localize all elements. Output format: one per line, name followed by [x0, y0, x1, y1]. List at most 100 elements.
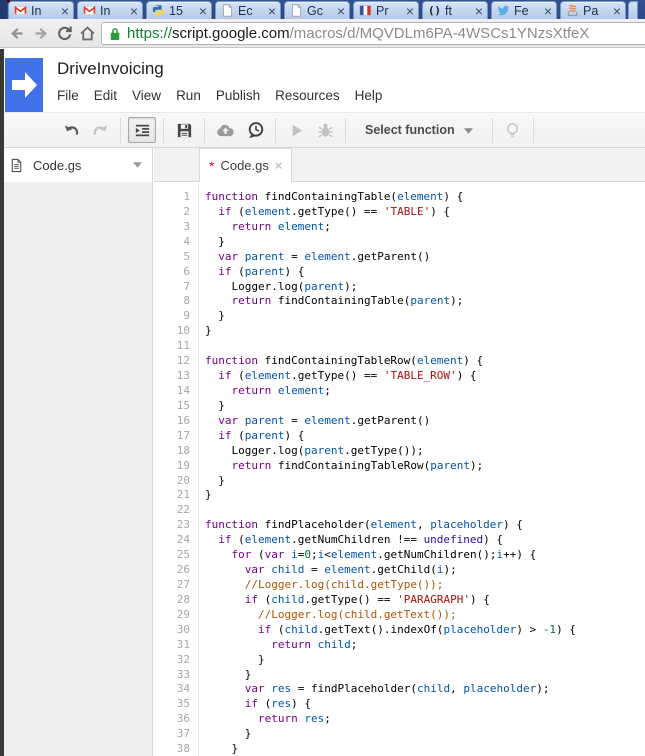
browser-tab[interactable]: Fe × [491, 1, 557, 19]
back-button[interactable] [5, 23, 27, 44]
code-line[interactable]: 33 } [154, 668, 645, 683]
line-number: 17 [176, 428, 190, 442]
tab-close-icon[interactable]: × [199, 4, 207, 18]
browser-tab-partial[interactable] [628, 1, 638, 19]
tab-close-icon[interactable]: × [406, 4, 414, 18]
browser-tab[interactable]: Pr × [353, 1, 419, 19]
menu-view[interactable]: View [132, 88, 161, 103]
code-line[interactable]: 38 } [154, 742, 645, 756]
code-line[interactable]: 31 return child; [154, 638, 645, 653]
code-line[interactable]: 21} [154, 488, 645, 503]
lightbulb-icon [503, 121, 522, 140]
browser-tab[interactable]: () ft × [422, 1, 488, 19]
undo-button[interactable] [58, 117, 84, 143]
browser-tab[interactable]: 15 × [146, 1, 212, 19]
menu-file[interactable]: File [57, 88, 79, 103]
tab-close-icon[interactable]: × [613, 4, 621, 18]
code-line[interactable]: 16 var parent = element.getParent() [154, 414, 645, 429]
code-line[interactable]: 11 [154, 339, 645, 354]
tab-close-icon[interactable]: × [268, 4, 276, 18]
indent-button[interactable] [128, 117, 156, 143]
tab-close-icon[interactable]: × [130, 4, 138, 18]
code-text: if (element.getType() == 'TABLE') { [218, 204, 451, 218]
code-text: } [205, 309, 225, 323]
home-button[interactable] [76, 23, 98, 44]
browser-tab[interactable]: In × [77, 1, 143, 19]
line-number: 15 [176, 398, 190, 412]
forward-button[interactable] [30, 23, 52, 44]
code-line[interactable]: 25 for (var i=0;i<element.getNumChildren… [154, 548, 645, 563]
code-line[interactable]: 30 if (child.getText().indexOf(placehold… [154, 623, 645, 638]
code-line[interactable]: 5 var parent = element.getParent() [154, 250, 645, 265]
code-text: if (child.getType() == 'PARAGRAPH') { [244, 592, 490, 606]
code-area[interactable]: 1 function findContainingTable(element) {… [154, 183, 645, 756]
code-line[interactable]: 2 if (element.getType() == 'TABLE') { [154, 205, 645, 220]
code-line[interactable]: 14 return element; [154, 384, 645, 399]
sidebar-item-codegs[interactable]: Code.gs [0, 148, 152, 182]
code-line[interactable]: 3 return element; [154, 220, 645, 235]
code-text: for (var i=0;i<element.getNumChildren();… [231, 548, 537, 562]
toolbar-separator [345, 117, 346, 143]
file-menu-caret-icon[interactable] [133, 162, 142, 168]
code-line[interactable]: 18 Logger.log(parent.getType()); [154, 444, 645, 459]
code-text: } [205, 727, 252, 741]
redo-button[interactable] [87, 117, 113, 143]
code-line[interactable]: 12 function findContainingTableRow(elemen… [154, 354, 645, 369]
reload-button[interactable] [53, 23, 75, 44]
address-bar[interactable]: https://script.google.com/macros/d/MQVDL… [101, 22, 645, 45]
code-line[interactable]: 13 if (element.getType() == 'TABLE_ROW')… [154, 369, 645, 384]
tab-close-icon[interactable]: × [544, 4, 552, 18]
code-line[interactable]: 8 return findContainingTable(parent); [154, 294, 645, 309]
bug-icon [316, 121, 335, 140]
line-number: 14 [176, 383, 190, 397]
browser-tab[interactable]: In × [8, 1, 74, 19]
menu-edit[interactable]: Edit [94, 88, 117, 103]
code-line[interactable]: 6 if (parent) { [154, 265, 645, 280]
code-line[interactable]: 32 } [154, 653, 645, 668]
hints-button[interactable] [500, 117, 526, 143]
debug-button[interactable] [312, 117, 338, 143]
deploy-button[interactable] [212, 117, 238, 143]
code-line[interactable]: 1 function findContainingTable(element) { [154, 190, 645, 205]
menu-resources[interactable]: Resources [275, 88, 340, 103]
tab-close-icon[interactable]: × [337, 4, 345, 18]
github-icon: () [428, 4, 441, 17]
editor-tab-codegs[interactable]: * Code.gs × [199, 148, 293, 182]
code-line[interactable]: 22 [154, 503, 645, 518]
code-line[interactable]: 37 } [154, 727, 645, 742]
menu-run[interactable]: Run [176, 88, 201, 103]
save-button[interactable] [171, 117, 197, 143]
select-function-dropdown[interactable]: Select function [353, 117, 485, 143]
code-line[interactable]: 36 return res; [154, 712, 645, 727]
code-line[interactable]: 9 } [154, 309, 645, 324]
code-line[interactable]: 19 return findContainingTableRow(parent)… [154, 459, 645, 474]
project-history-button[interactable] [242, 117, 268, 143]
menu-help[interactable]: Help [355, 88, 383, 103]
menu-publish[interactable]: Publish [216, 88, 260, 103]
code-line[interactable]: 29 //Logger.log(child.getText()); [154, 608, 645, 623]
line-number: 38 [176, 742, 190, 756]
code-text: return findContainingTable(parent); [231, 294, 464, 308]
code-line[interactable]: 23 function findPlaceholder(element, plac… [154, 518, 645, 533]
code-line[interactable]: 35 if (res) { [154, 697, 645, 712]
run-button[interactable] [283, 117, 309, 143]
code-line[interactable]: 20 } [154, 474, 645, 489]
code-line[interactable]: 27 //Logger.log(child.getType()); [154, 578, 645, 593]
tab-close-icon[interactable]: × [61, 4, 69, 18]
code-line[interactable]: 17 if (parent) { [154, 429, 645, 444]
apps-script-logo [5, 58, 43, 112]
browser-tab[interactable]: Ec × [215, 1, 281, 19]
code-line[interactable]: 10} [154, 324, 645, 339]
code-line[interactable]: 4 } [154, 235, 645, 250]
code-text: } [205, 398, 225, 412]
browser-tab[interactable]: Pa × [560, 1, 626, 19]
code-line[interactable]: 15 } [154, 399, 645, 414]
browser-tab[interactable]: Gc × [284, 1, 350, 19]
code-line[interactable]: 26 var child = element.getChild(i); [154, 563, 645, 578]
code-line[interactable]: 7 Logger.log(parent); [154, 280, 645, 295]
tab-close-icon[interactable]: × [475, 4, 483, 18]
code-line[interactable]: 28 if (child.getType() == 'PARAGRAPH') { [154, 593, 645, 608]
code-line[interactable]: 34 var res = findPlaceholder(child, plac… [154, 682, 645, 697]
tab-close-icon[interactable]: × [275, 158, 283, 173]
code-line[interactable]: 24 if (element.getNumChildren !== undefi… [154, 533, 645, 548]
